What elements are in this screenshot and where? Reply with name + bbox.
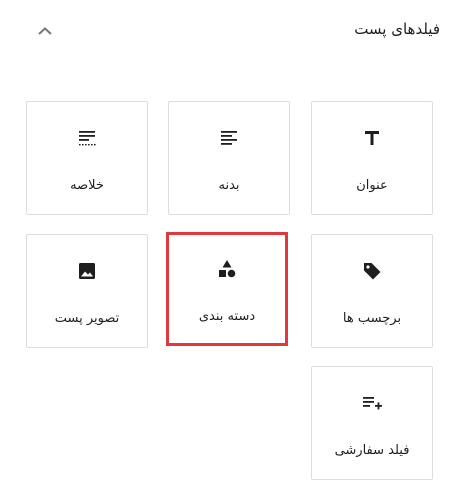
field-card-label: برچسب ها <box>342 311 402 326</box>
field-card-label: تصویر پست <box>54 311 120 326</box>
field-card-tags[interactable]: برچسب ها <box>311 234 433 348</box>
list-add-icon <box>312 391 432 415</box>
field-card-body[interactable]: بدنه <box>168 101 290 215</box>
field-card-label: عنوان <box>356 178 388 193</box>
collapse-panel-button[interactable] <box>32 18 58 44</box>
text-t-icon <box>312 126 432 150</box>
image-icon <box>27 259 147 283</box>
panel-title: فیلدهای پست <box>354 20 440 38</box>
excerpt-icon <box>27 126 147 150</box>
chevron-up-icon <box>36 22 54 41</box>
align-left-icon <box>169 126 289 150</box>
field-card-label: بدنه <box>218 178 240 193</box>
field-card-title[interactable]: عنوان <box>311 101 433 215</box>
shapes-icon <box>169 257 285 281</box>
field-card-category[interactable]: دسته بندی <box>166 232 288 346</box>
field-card-label: دسته بندی <box>198 309 256 324</box>
field-card-summary[interactable]: خلاصه <box>26 101 148 215</box>
field-card-custom[interactable]: فیلد سفارشی <box>311 366 433 480</box>
panel-header: فیلدهای پست <box>0 0 462 64</box>
field-card-label: خلاصه <box>70 178 104 193</box>
field-card-label: فیلد سفارشی <box>334 443 410 458</box>
field-card-image[interactable]: تصویر پست <box>26 234 148 348</box>
tag-icon <box>312 259 432 283</box>
